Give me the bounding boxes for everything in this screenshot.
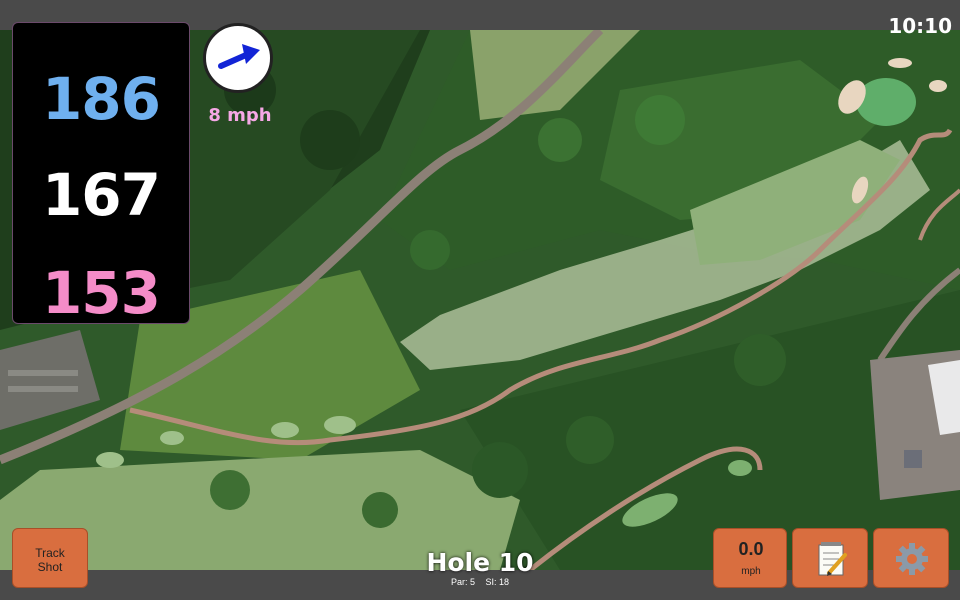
wind-direction-indicator bbox=[203, 23, 273, 93]
track-shot-label-line2: Shot bbox=[37, 560, 63, 574]
arrow-right-up-icon bbox=[218, 44, 260, 69]
shot-speed-button[interactable]: 0.0 mph bbox=[713, 528, 787, 588]
distance-front: 153 bbox=[41, 259, 161, 327]
distance-panel: 186 167 153 bbox=[12, 22, 190, 327]
shot-speed-value: 0.0 bbox=[738, 539, 764, 559]
hole-par: Par: 5 bbox=[450, 577, 475, 587]
clock: 10:10 bbox=[888, 14, 952, 38]
settings-button[interactable] bbox=[873, 528, 949, 588]
hole-details: Par: 5 SI: 18 bbox=[400, 577, 560, 587]
notepad-icon bbox=[818, 542, 847, 576]
shot-speed-unit: mph bbox=[741, 566, 761, 577]
distance-middle: 167 bbox=[41, 161, 161, 229]
hole-title: Hole 10 bbox=[426, 548, 534, 577]
distance-back: 186 bbox=[41, 65, 161, 133]
gear-icon bbox=[896, 543, 928, 575]
hole-stroke-index: SI: 18 bbox=[485, 577, 510, 587]
track-shot-button[interactable]: Track Shot bbox=[12, 528, 88, 588]
notes-button[interactable] bbox=[792, 528, 868, 588]
track-shot-label-line1: Track bbox=[35, 546, 65, 560]
wind-speed: 8 mph bbox=[208, 105, 272, 126]
